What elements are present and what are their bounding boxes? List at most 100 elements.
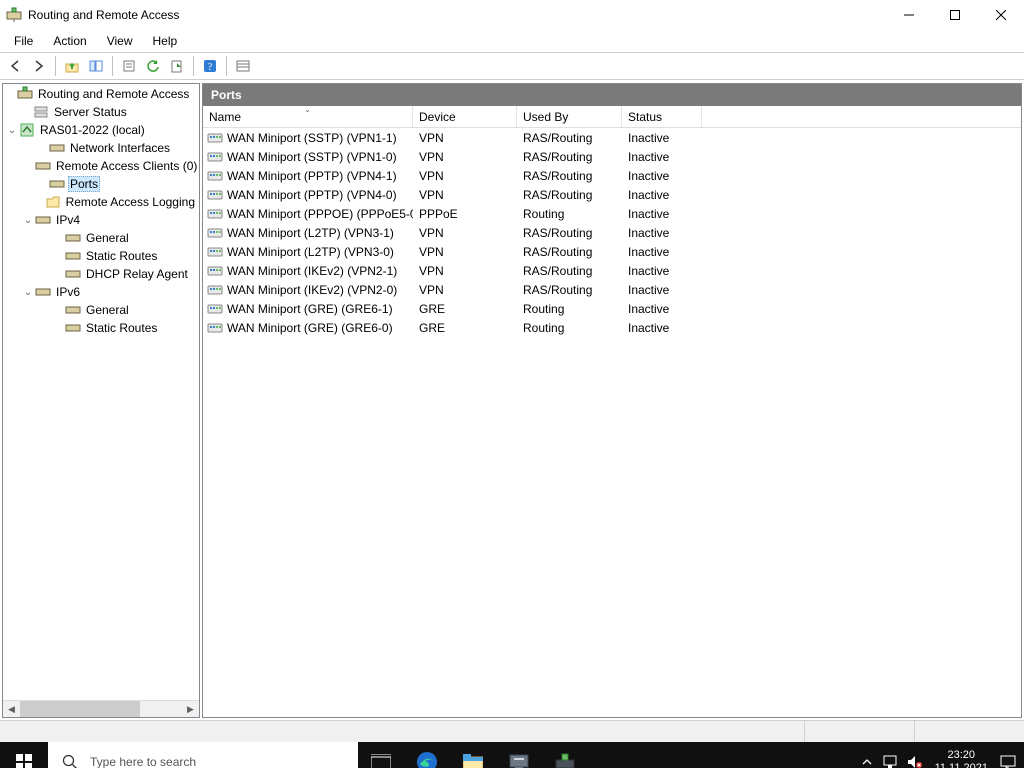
tray-notifications-icon[interactable]	[996, 742, 1020, 768]
port-device: PPPoE	[413, 207, 517, 221]
list-item[interactable]: WAN Miniport (GRE) (GRE6-0)GRERoutingIna…	[203, 318, 1021, 337]
tree-horizontal-scrollbar[interactable]: ◀ ▶	[3, 700, 199, 717]
tray-clock[interactable]: 23:20 11.11.2021	[927, 749, 996, 768]
tree-ports[interactable]: Ports	[3, 175, 199, 193]
list-item[interactable]: WAN Miniport (PPTP) (VPN4-0)VPNRAS/Routi…	[203, 185, 1021, 204]
list-item[interactable]: WAN Miniport (IKEv2) (VPN2-1)VPNRAS/Rout…	[203, 261, 1021, 280]
tray-date: 11.11.2021	[935, 762, 988, 768]
list-item[interactable]: WAN Miniport (L2TP) (VPN3-1)VPNRAS/Routi…	[203, 223, 1021, 242]
up-folder-button[interactable]	[61, 55, 83, 77]
port-icon	[207, 206, 223, 222]
port-status: Inactive	[622, 321, 702, 335]
expand-toggle[interactable]: ⌄	[5, 125, 19, 136]
list-item[interactable]: WAN Miniport (PPPOE) (PPPoE5-0)PPPoERout…	[203, 204, 1021, 223]
close-button[interactable]	[978, 0, 1024, 30]
show-hide-tree-button[interactable]	[85, 55, 107, 77]
port-name: WAN Miniport (IKEv2) (VPN2-0)	[227, 283, 397, 297]
port-usedby: RAS/Routing	[517, 169, 622, 183]
column-name[interactable]: Name⌄	[203, 106, 413, 127]
task-view-button[interactable]	[358, 742, 404, 768]
column-device[interactable]: Device	[413, 106, 517, 127]
tray-chevron-icon[interactable]	[855, 742, 879, 768]
column-headers: Name⌄ Device Used By Status	[203, 106, 1021, 128]
back-button[interactable]	[4, 55, 26, 77]
tray-network-icon[interactable]	[879, 742, 903, 768]
minimize-button[interactable]	[886, 0, 932, 30]
taskbar-server-manager[interactable]	[496, 742, 542, 768]
taskbar-search[interactable]: Type here to search	[48, 742, 358, 768]
port-usedby: RAS/Routing	[517, 226, 622, 240]
start-button[interactable]	[0, 742, 48, 768]
help-button[interactable]: ?	[199, 55, 221, 77]
port-device: VPN	[413, 226, 517, 240]
port-icon	[207, 263, 223, 279]
content-area: Routing and Remote Access Server Status …	[0, 80, 1024, 720]
list-item[interactable]: WAN Miniport (GRE) (GRE6-1)GRERoutingIna…	[203, 299, 1021, 318]
list-item[interactable]: WAN Miniport (SSTP) (VPN1-0)VPNRAS/Routi…	[203, 147, 1021, 166]
export-button[interactable]	[166, 55, 188, 77]
tree-server-status[interactable]: Server Status	[3, 103, 199, 121]
expand-toggle[interactable]: ⌄	[21, 287, 35, 298]
maximize-button[interactable]	[932, 0, 978, 30]
port-device: GRE	[413, 321, 517, 335]
tree-server[interactable]: ⌄ RAS01-2022 (local)	[3, 121, 199, 139]
port-device: VPN	[413, 150, 517, 164]
menu-file[interactable]: File	[6, 32, 41, 50]
list-item[interactable]: WAN Miniport (SSTP) (VPN1-1)VPNRAS/Routi…	[203, 128, 1021, 147]
app-icon	[6, 7, 22, 23]
list-item[interactable]: WAN Miniport (IKEv2) (VPN2-0) VPNRAS/Rout…	[203, 280, 1021, 299]
refresh-button[interactable]	[142, 55, 164, 77]
tree-root[interactable]: Routing and Remote Access	[3, 85, 199, 103]
menu-action[interactable]: Action	[45, 32, 94, 50]
system-tray: 23:20 11.11.2021	[855, 742, 1024, 768]
list-item[interactable]: WAN Miniport (PPTP) (VPN4-1)VPNRAS/Routi…	[203, 166, 1021, 185]
port-device: GRE	[413, 302, 517, 316]
properties-button[interactable]	[118, 55, 140, 77]
port-device: VPN	[413, 283, 517, 297]
clients-icon	[35, 158, 51, 174]
ports-list[interactable]: WAN Miniport (SSTP) (VPN1-1)VPNRAS/Routi…	[203, 128, 1021, 717]
taskbar-edge[interactable]	[404, 742, 450, 768]
port-status: Inactive	[622, 169, 702, 183]
tree-ipv4-dhcp-relay[interactable]: DHCP Relay Agent	[3, 265, 199, 283]
tree-ipv4-general[interactable]: General	[3, 229, 199, 247]
sort-indicator-icon: ⌄	[304, 105, 311, 114]
expand-toggle[interactable]: ⌄	[21, 215, 35, 226]
menu-help[interactable]: Help	[145, 32, 186, 50]
tray-volume-icon[interactable]	[903, 742, 927, 768]
port-usedby: RAS/Routing	[517, 283, 622, 297]
search-icon	[62, 754, 78, 768]
menu-bar: File Action View Help	[0, 30, 1024, 52]
console-tree[interactable]: Routing and Remote Access Server Status …	[3, 84, 199, 700]
details-view-button[interactable]	[232, 55, 254, 77]
scroll-track[interactable]	[20, 701, 182, 718]
ports-icon	[49, 176, 65, 192]
list-item[interactable]: WAN Miniport (L2TP) (VPN3-0)VPNRAS/Routi…	[203, 242, 1021, 261]
port-usedby: Routing	[517, 207, 622, 221]
general-icon	[65, 302, 81, 318]
column-status[interactable]: Status	[622, 106, 702, 127]
tree-remote-access-clients[interactable]: Remote Access Clients (0)	[3, 157, 199, 175]
scroll-left-arrow[interactable]: ◀	[3, 701, 20, 718]
ipv6-icon	[35, 284, 51, 300]
tree-network-interfaces[interactable]: Network Interfaces	[3, 139, 199, 157]
menu-view[interactable]: View	[99, 32, 141, 50]
tree-ipv6-static-routes[interactable]: Static Routes	[3, 319, 199, 337]
port-icon	[207, 320, 223, 336]
tree-remote-access-logging[interactable]: Remote Access Logging	[3, 193, 199, 211]
tree-ipv6[interactable]: ⌄ IPv6	[3, 283, 199, 301]
column-usedby[interactable]: Used By	[517, 106, 622, 127]
taskbar-rras[interactable]	[542, 742, 588, 768]
port-usedby: Routing	[517, 321, 622, 335]
toolbar: ?	[0, 52, 1024, 80]
tree-pane: Routing and Remote Access Server Status …	[2, 83, 200, 718]
tree-ipv4[interactable]: ⌄ IPv4	[3, 211, 199, 229]
scroll-thumb[interactable]	[20, 701, 140, 718]
search-placeholder: Type here to search	[90, 755, 196, 768]
tree-ipv4-static-routes[interactable]: Static Routes	[3, 247, 199, 265]
tree-ipv6-general[interactable]: General	[3, 301, 199, 319]
ipv4-icon	[35, 212, 51, 228]
forward-button[interactable]	[28, 55, 50, 77]
taskbar-explorer[interactable]	[450, 742, 496, 768]
scroll-right-arrow[interactable]: ▶	[182, 701, 199, 718]
